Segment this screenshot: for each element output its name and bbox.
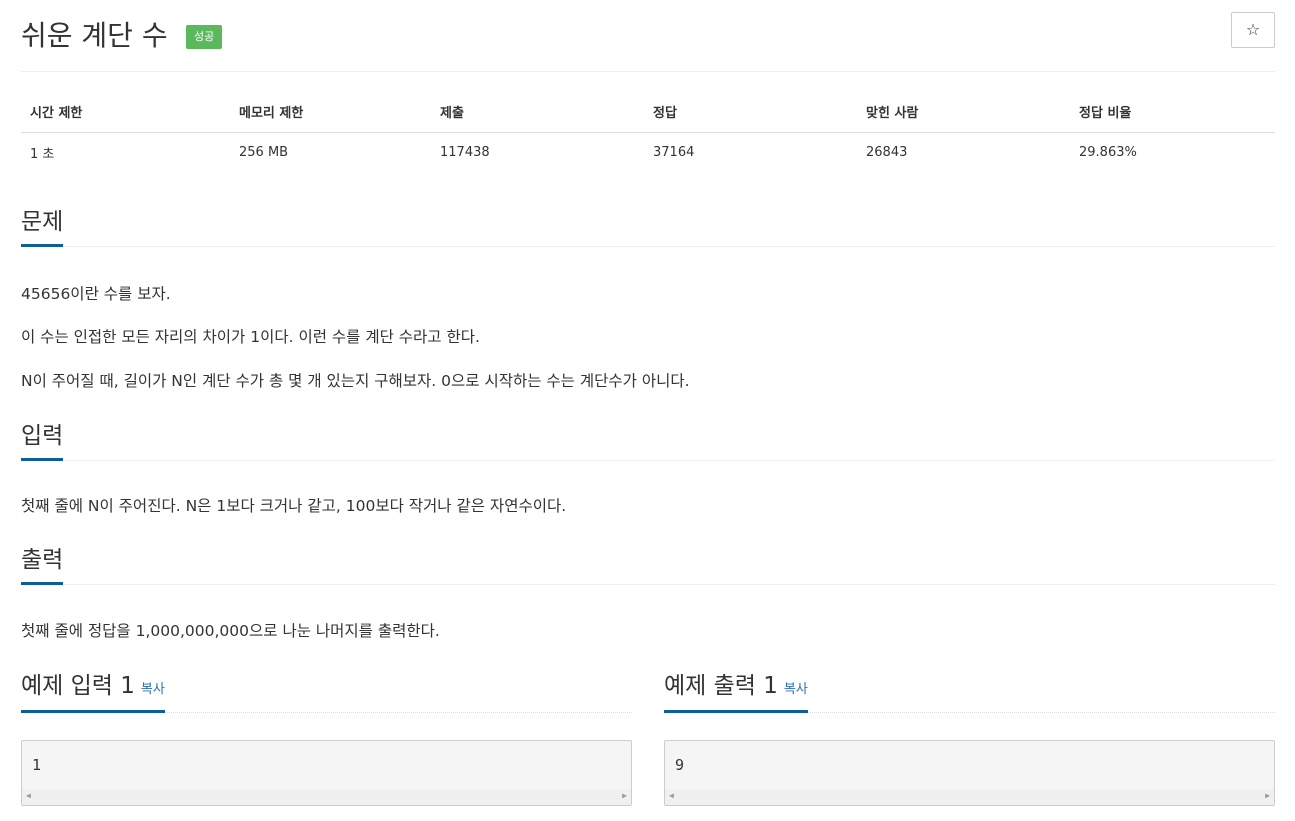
input-section-title: 입력 <box>21 423 64 461</box>
sample-output-box[interactable]: 9 ◀ ▶ <box>664 740 1275 806</box>
table-row: 1 초 256 MB 117438 37164 26843 29.863% <box>21 132 1275 172</box>
accept-ratio-value: 29.863% <box>1079 144 1137 160</box>
page-title: 쉬운 계단 수 <box>21 19 168 52</box>
table-header-row: 시간 제한 메모리 제한 제출 정답 맞힌 사람 정답 비율 <box>21 92 1275 133</box>
solved-users-value: 26843 <box>866 144 908 160</box>
scroll-right-icon[interactable]: ▶ <box>1265 791 1270 800</box>
copy-sample-input-button[interactable]: 복사 <box>141 682 165 697</box>
problem-header: 쉬운 계단 수 성공 ☆ <box>21 12 1275 72</box>
horizontal-scrollbar[interactable]: ◀ ▶ <box>665 789 1274 805</box>
problem-section-header: 문제 <box>21 209 1275 247</box>
header-accepted: 정답 <box>644 92 857 133</box>
problem-info-table: 시간 제한 메모리 제한 제출 정답 맞힌 사람 정답 비율 1 초 256 M… <box>21 92 1275 172</box>
header-accept-ratio: 정답 비율 <box>1070 92 1275 133</box>
sample-output-header: 예제 출력 1 복사 <box>664 671 1275 713</box>
header-memory-limit: 메모리 제한 <box>230 92 431 133</box>
copy-sample-output-button[interactable]: 복사 <box>784 682 808 697</box>
time-limit-value: 1 초 <box>30 146 55 162</box>
problem-text-line-3: N이 주어질 때, 길이가 N인 계단 수가 총 몇 개 있는지 구해보자. 0… <box>21 372 690 390</box>
sample-output-title: 예제 출력 1 <box>664 673 778 699</box>
scroll-left-icon[interactable]: ◀ <box>26 791 31 800</box>
problem-section-title: 문제 <box>21 209 64 247</box>
header-submissions: 제출 <box>431 92 644 133</box>
sample-input-title-wrap: 예제 입력 1 복사 <box>21 671 165 713</box>
sample-input-title: 예제 입력 1 <box>21 673 135 699</box>
scroll-right-icon[interactable]: ▶ <box>622 791 627 800</box>
sample-input-box[interactable]: 1 ◀ ▶ <box>21 740 632 806</box>
star-button[interactable]: ☆ <box>1231 12 1275 48</box>
output-description: 첫째 줄에 정답을 1,000,000,000으로 나눈 나머지를 출력한다. <box>21 622 440 640</box>
sample-output-value: 9 <box>675 756 685 774</box>
status-badge: 성공 <box>186 25 223 49</box>
scroll-left-icon[interactable]: ◀ <box>669 791 674 800</box>
header-solved-users: 맞힌 사람 <box>857 92 1070 133</box>
sample-input-value: 1 <box>32 756 42 774</box>
sample-output-title-wrap: 예제 출력 1 복사 <box>664 671 808 713</box>
problem-text-line-1: 45656이란 수를 보자. <box>21 285 171 303</box>
input-section-header: 입력 <box>21 423 1275 461</box>
accepted-value: 37164 <box>653 144 695 160</box>
problem-text-line-2: 이 수는 인접한 모든 자리의 차이가 1이다. 이런 수를 계단 수라고 한다… <box>21 328 480 346</box>
output-section-title: 출력 <box>21 547 64 585</box>
input-description: 첫째 줄에 N이 주어진다. N은 1보다 크거나 같고, 100보다 작거나 … <box>21 497 567 515</box>
memory-limit-value: 256 MB <box>239 144 289 160</box>
header-time-limit: 시간 제한 <box>21 92 230 133</box>
horizontal-scrollbar[interactable]: ◀ ▶ <box>22 789 631 805</box>
submissions-value: 117438 <box>440 144 490 160</box>
star-icon: ☆ <box>1245 20 1261 39</box>
output-section-header: 출력 <box>21 547 1275 585</box>
sample-input-header: 예제 입력 1 복사 <box>21 671 632 713</box>
